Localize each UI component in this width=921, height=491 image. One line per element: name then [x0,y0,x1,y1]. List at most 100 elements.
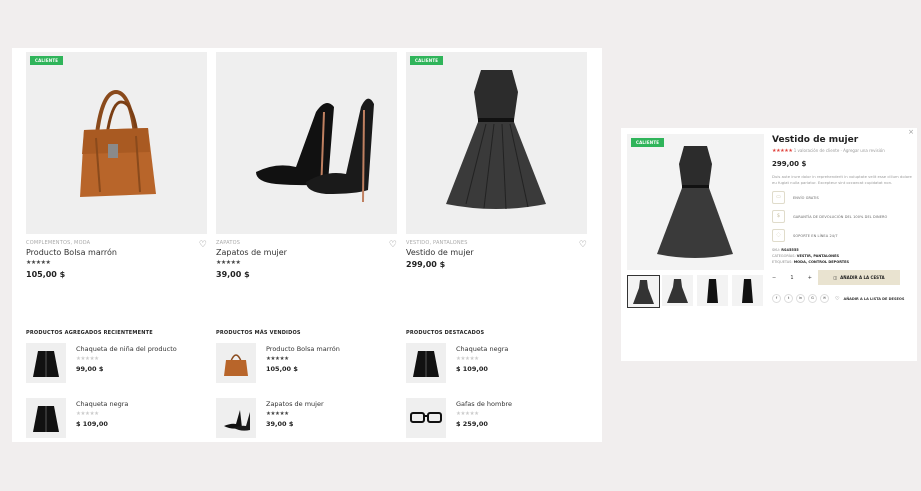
product-image[interactable]: CALIENTE [26,52,207,234]
list-item[interactable]: Chaqueta negra ★★★★★ $ 109,00 [406,343,586,391]
item-name[interactable]: Chaqueta negra [76,400,128,408]
feature-row: ▭ ENVÍO GRATIS [772,191,912,204]
glasses-thumbnail[interactable] [406,398,446,438]
product-panel: CALIENTE COMPLEMENTOS, MODA Producto Bol… [12,48,602,442]
truck-icon: ▭ [772,191,785,204]
minus-button[interactable]: − [772,275,776,281]
thumbnail[interactable] [662,275,693,306]
rating-stars: ★★★★★ [456,356,479,362]
list-item[interactable]: Chaqueta de niña del producto ★★★★★ 99,0… [26,343,206,391]
add-to-cart-row: − 1 + ◫ AÑADIR A LA CESTA [772,270,912,286]
list-item[interactable]: Producto Bolsa marrón ★★★★★ 105,00 $ [216,343,396,391]
facebook-icon[interactable]: f [772,294,781,303]
add-to-cart-button[interactable]: ◫ AÑADIR A LA CESTA [818,270,900,285]
product-title[interactable]: Vestido de mujer [406,248,587,257]
product-card[interactable]: ZAPATOS Zapatos de mujer ★★★★★ 39,00 $ ♡ [216,52,397,279]
shoes-image [256,98,374,203]
add-review-link[interactable]: Agregar una revisión [843,148,885,153]
tags-label: ETIQUETAS: [772,260,793,264]
quantity-stepper[interactable]: − 1 + [772,270,812,285]
product-category[interactable]: VESTIDO, PANTALONES [406,240,587,246]
product-title[interactable]: Zapatos de mujer [216,248,397,257]
product-description: Duis aute irure dolor in reprehenderit i… [772,174,912,185]
item-price: 105,00 $ [266,365,298,373]
rating-stars: ★★★★★ [266,356,289,362]
rating-stars: ★★★★★ [76,411,99,417]
rating-stars: ★★★★★ [26,259,51,266]
rating-stars: ★★★★★ [76,356,99,362]
column-heading: PRODUCTOS MÁS VENDIDOS [216,330,301,336]
rating-stars: ★★★★★ [772,148,793,154]
feature-row: ◌ SOPORTE EN LÍNEA 24/7 [772,229,912,242]
product-category[interactable]: ZAPATOS [216,240,397,246]
item-name[interactable]: Producto Bolsa marrón [266,345,340,353]
item-price: 99,00 $ [76,365,104,373]
main-product-image[interactable]: CALIENTE [627,134,764,270]
quantity-value[interactable]: 1 [790,275,793,281]
item-name[interactable]: Chaqueta negra [456,345,508,353]
item-name[interactable]: Zapatos de mujer [266,400,324,408]
feature-text: GARANTÍA DE DEVOLUCIÓN DEL 100% DEL DINE… [793,214,888,219]
column-heading: PRODUCTOS DESTACADOS [406,330,485,336]
tags-value[interactable]: MODA, CONTROL DEPORTES [794,260,849,264]
heart-icon[interactable]: ♡ [835,296,839,302]
heart-icon[interactable]: ♡ [389,240,397,250]
shoes-thumbnail[interactable] [216,398,256,438]
thumbnail-strip [627,275,764,309]
list-item[interactable]: Chaqueta negra ★★★★★ $ 109,00 [26,398,206,446]
product-info: Vestido de mujer ★★★★★ 1 valoración de c… [772,135,912,303]
feature-row: $ GARANTÍA DE DEVOLUCIÓN DEL 100% DEL DI… [772,210,912,223]
sku-label: SKU: [772,248,781,252]
jacket-thumbnail[interactable] [26,343,66,383]
twitter-icon[interactable]: t [784,294,793,303]
reviews-link[interactable]: 1 valoración de cliente [794,148,840,153]
rating-stars: ★★★★★ [216,259,241,266]
add-to-cart-label: AÑADIR A LA CESTA [840,275,885,280]
money-back-icon: $ [772,210,785,223]
product-card[interactable]: CALIENTE COMPLEMENTOS, MODA Producto Bol… [26,52,207,279]
item-name[interactable]: Gafas de hombre [456,400,512,408]
product-title[interactable]: Producto Bolsa marrón [26,248,207,257]
item-price: $ 109,00 [76,420,108,428]
product-image[interactable] [216,52,397,234]
product-price: 299,00 $ [406,260,446,269]
share-row: f t in G ✉ ♡ AÑADIR A LA LISTA DE DESEOS [772,294,912,303]
list-item[interactable]: Zapatos de mujer ★★★★★ 39,00 $ [216,398,396,446]
handbag-thumbnail[interactable] [216,343,256,383]
linkedin-icon[interactable]: in [796,294,805,303]
heart-icon[interactable]: ♡ [199,240,207,250]
item-price: $ 259,00 [456,420,488,428]
jacket-thumbnail[interactable] [406,343,446,383]
categories-row: CATEGORÍAS: VESTIR, PANTALONES [772,254,912,258]
heart-icon[interactable]: ♡ [579,240,587,250]
product-title: Vestido de mujer [772,135,859,145]
plus-button[interactable]: + [808,275,812,281]
product-category[interactable]: COMPLEMENTOS, MODA [26,240,207,246]
recent-products-list: PRODUCTOS AGREGADOS RECIENTEMENTE Chaque… [26,330,206,446]
hot-badge: CALIENTE [30,56,64,65]
cart-icon: ◫ [833,275,838,280]
feature-text: SOPORTE EN LÍNEA 24/7 [793,233,838,238]
item-price: $ 109,00 [456,365,488,373]
bestseller-products-list: PRODUCTOS MÁS VENDIDOS Producto Bolsa ma… [216,330,396,446]
item-name[interactable]: Chaqueta de niña del producto [76,345,177,353]
categories-label: CATEGORÍAS: [772,254,796,258]
item-price: 39,00 $ [266,420,294,428]
hot-badge: CALIENTE [410,56,444,65]
rating-stars: ★★★★★ [266,411,289,417]
dress-image [446,70,546,210]
thumbnail[interactable] [697,275,728,306]
google-icon[interactable]: G [808,294,817,303]
thumbnail[interactable] [732,275,763,306]
product-image[interactable]: CALIENTE [406,52,587,234]
tags-row: ETIQUETAS: MODA, CONTROL DEPORTES [772,260,912,264]
product-price: 39,00 $ [216,270,250,279]
thumbnail[interactable] [627,275,660,308]
handbag-image [80,89,156,197]
product-card[interactable]: CALIENTE VESTIDO, PANTALONES Vestido de … [406,52,587,269]
mail-icon[interactable]: ✉ [820,294,829,303]
wishlist-link[interactable]: AÑADIR A LA LISTA DE DESEOS [843,297,904,301]
categories-value[interactable]: VESTIR, PANTALONES [797,254,839,258]
jacket-thumbnail[interactable] [26,398,66,438]
list-item[interactable]: Gafas de hombre ★★★★★ $ 259,00 [406,398,586,446]
